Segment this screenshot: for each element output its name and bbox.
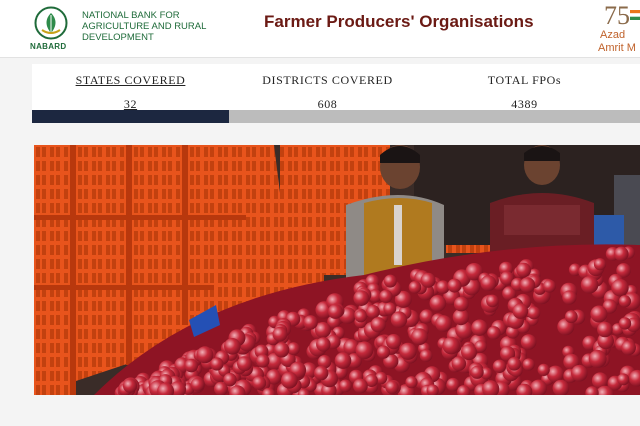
hero-photo-apple-market	[34, 145, 640, 395]
azadi-ka-amrit-mahotsav-logo: 75 Azad Amrit M	[598, 2, 640, 56]
stat-label: STATES COVERED	[75, 73, 186, 87]
azadi-number: 75	[604, 2, 630, 30]
stat-label: DISTRICTS COVERED	[262, 73, 393, 87]
stat-label: TOTAL FPOs	[487, 73, 562, 87]
logo-wordmark: NABARD	[30, 42, 67, 51]
site-header: NABARD NATIONAL BANK FOR AGRICULTURE AND…	[0, 0, 640, 58]
azadi-line-1: Azad	[600, 29, 626, 41]
tab-indicator-bar	[32, 110, 640, 123]
bank-name: NATIONAL BANK FOR AGRICULTURE AND RURAL …	[82, 10, 207, 43]
flag-icon	[630, 10, 640, 20]
active-tab-indicator	[32, 110, 229, 123]
hero-photo-illustration	[34, 145, 640, 395]
azadi-line-2: Amrit M	[598, 42, 636, 54]
page-background-strip	[0, 395, 640, 426]
page-title: Farmer Producers' Organisations	[264, 12, 534, 31]
nabard-logo-icon[interactable]	[34, 6, 68, 40]
